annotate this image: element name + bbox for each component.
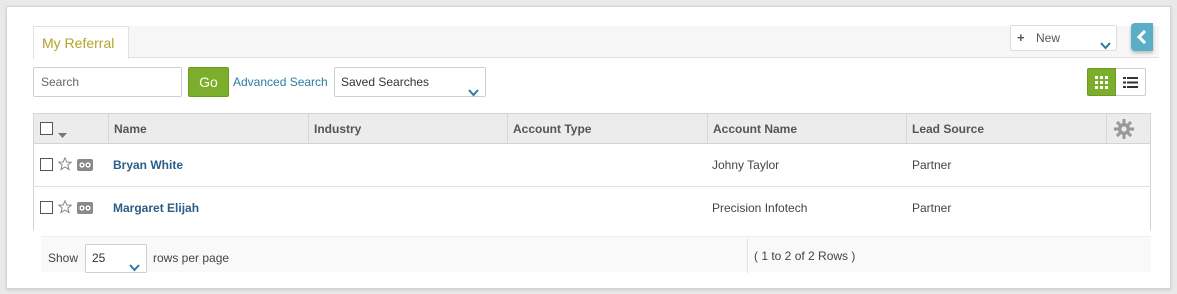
rows-per-page-label: rows per page xyxy=(153,251,230,265)
chevron-left-icon xyxy=(1136,30,1147,44)
tab-my-referral[interactable]: My Referral xyxy=(33,26,129,59)
star-icon[interactable] xyxy=(57,199,73,217)
column-header-lead-source[interactable]: Lead Source xyxy=(906,114,1106,144)
chevron-down-icon xyxy=(468,79,479,107)
advanced-search-link[interactable]: Advanced Search xyxy=(233,75,328,89)
column-header-name[interactable]: Name xyxy=(108,114,308,144)
select-all-checkbox[interactable] xyxy=(40,122,53,135)
row-name-link[interactable]: Bryan White xyxy=(113,144,183,187)
column-header-industry[interactable]: Industry xyxy=(308,114,507,144)
row-name-link[interactable]: Margaret Elijah xyxy=(113,187,199,230)
star-icon[interactable] xyxy=(57,156,73,174)
table-row: Bryan White Johny Taylor Partner xyxy=(34,144,1150,187)
owl-icon[interactable] xyxy=(77,201,93,217)
new-button[interactable]: + New xyxy=(1010,25,1117,51)
caret-down-icon[interactable] xyxy=(58,127,67,141)
column-header-account-type[interactable]: Account Type xyxy=(507,114,707,144)
row-lead-source: Partner xyxy=(912,201,952,215)
row-account-name: Precision Infotech xyxy=(712,201,808,215)
row-account-name: Johny Taylor xyxy=(712,158,780,172)
collapse-panel-button[interactable] xyxy=(1131,23,1153,51)
grid-view-button[interactable] xyxy=(1087,68,1116,96)
rows-per-page-value: 25 xyxy=(92,251,106,265)
row-checkbox[interactable] xyxy=(40,201,53,214)
grid-view-icon xyxy=(1095,76,1108,89)
tab-strip: My Referral xyxy=(33,26,1159,59)
row-lead-source: Partner xyxy=(912,158,952,172)
column-header-account-name[interactable]: Account Name xyxy=(707,114,906,144)
plus-icon: + xyxy=(1017,30,1025,45)
list-view-button[interactable] xyxy=(1116,68,1146,96)
saved-searches-value: Saved Searches xyxy=(341,75,430,89)
table-footer: Show 25 rows per page ( 1 to 2 of 2 Rows… xyxy=(41,236,1151,273)
referral-table: Name Industry Account Type Account Name … xyxy=(33,113,1151,230)
rows-per-page-select[interactable]: 25 xyxy=(85,244,147,273)
chevron-down-icon xyxy=(129,255,140,282)
table-header: Name Industry Account Type Account Name … xyxy=(34,114,1150,144)
row-checkbox[interactable] xyxy=(40,158,53,171)
search-input[interactable] xyxy=(33,67,182,97)
chevron-down-icon xyxy=(1100,34,1111,58)
pagination-info: ( 1 to 2 of 2 Rows ) xyxy=(747,239,855,273)
owl-icon[interactable] xyxy=(77,158,93,174)
show-label: Show xyxy=(48,251,79,265)
new-button-label: New xyxy=(1036,31,1061,45)
gear-icon[interactable] xyxy=(1114,119,1134,142)
saved-searches-select[interactable]: Saved Searches xyxy=(334,67,486,97)
list-view-icon xyxy=(1123,77,1138,88)
go-button[interactable]: Go xyxy=(188,67,229,97)
main-panel: My Referral + New Go Advanced Search Sav… xyxy=(6,6,1171,289)
table-row: Margaret Elijah Precision Infotech Partn… xyxy=(34,187,1150,230)
